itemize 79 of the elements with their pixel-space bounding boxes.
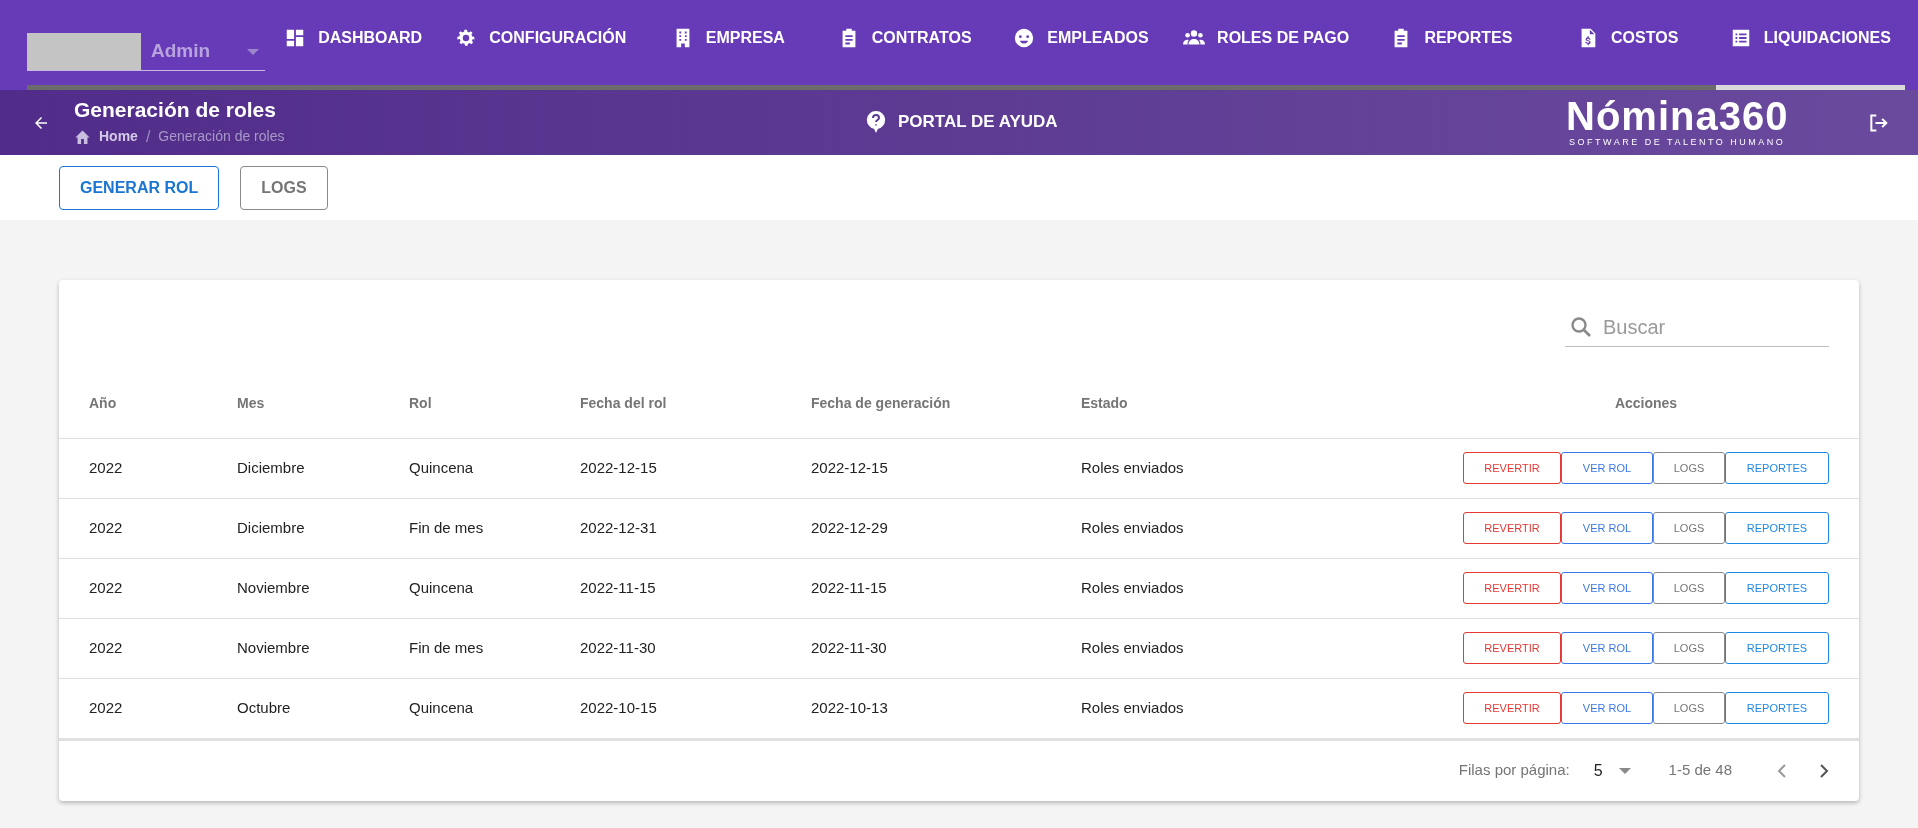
role-select[interactable]: Admin <box>151 37 211 66</box>
generate-button[interactable]: GENERAR ROL <box>59 165 220 210</box>
previous-page-icon[interactable] <box>1777 762 1787 779</box>
column-header: Acciones <box>1463 370 1859 438</box>
help-link[interactable]: PORTAL DE AYUDA <box>866 109 1058 135</box>
column-header: Fecha de generación <box>811 370 1081 438</box>
home-icon <box>74 129 91 144</box>
page-title: Generación de roles <box>74 96 277 123</box>
table-cell: Noviembre <box>237 618 409 678</box>
revert-button[interactable]: REVERTIR <box>1463 692 1561 724</box>
logout-icon[interactable] <box>1868 113 1888 133</box>
breadcrumb-current: Generación de roles <box>158 127 285 146</box>
column-header: Estado <box>1081 370 1463 438</box>
table-cell: Roles enviados <box>1081 498 1463 558</box>
table-cell: 2022 <box>59 618 237 678</box>
revert-button[interactable]: REVERTIR <box>1463 452 1561 484</box>
table-cell: 2022-12-15 <box>580 438 811 498</box>
view-button[interactable]: VER ROL <box>1561 692 1653 724</box>
table-cell: 2022 <box>59 498 237 558</box>
table-cell: 2022 <box>59 678 237 738</box>
table-cell: 2022-11-15 <box>580 558 811 618</box>
view-button[interactable]: VER ROL <box>1561 452 1653 484</box>
table-cell: Roles enviados <box>1081 558 1463 618</box>
view-button[interactable]: VER ROL <box>1561 632 1653 664</box>
table-cell: Octubre <box>237 678 409 738</box>
caret-icon <box>1618 767 1631 774</box>
table-cell: 2022-11-30 <box>811 618 1081 678</box>
rows-per-page-label: Filas por página: <box>1458 760 1570 781</box>
table-cell: 2022-10-13 <box>811 678 1081 738</box>
table-cell: 2022-12-15 <box>811 438 1081 498</box>
table-cell: 2022-10-15 <box>580 678 811 738</box>
rows-per-page-select[interactable]: 5 <box>1593 758 1631 783</box>
breadcrumb-link[interactable]: Home <box>99 126 138 147</box>
logs-button[interactable]: LOGS <box>240 165 328 210</box>
next-page-icon[interactable] <box>1819 762 1829 779</box>
table-cell: Roles enviados <box>1081 618 1463 678</box>
table-cell: Roles enviados <box>1081 678 1463 738</box>
logo: Nómina360 SOFTWARE DE TALENTO HUMANO <box>1566 95 1789 147</box>
table-cell: Fin de mes <box>409 618 580 678</box>
table-cell: 2022-11-30 <box>580 618 811 678</box>
logs-button[interactable]: LOGS <box>1653 692 1725 724</box>
reports-button[interactable]: REPORTES <box>1725 512 1829 544</box>
table-cell: Noviembre <box>237 558 409 618</box>
table-cell: Fin de mes <box>409 498 580 558</box>
breadcrumb-separator: / <box>145 126 151 147</box>
page-range: 1-5 de 48 <box>1668 760 1732 781</box>
column-header: Rol <box>409 370 580 438</box>
revert-button[interactable]: REVERTIR <box>1463 632 1561 664</box>
table-cell: 2022-12-29 <box>811 498 1081 558</box>
logs-button[interactable]: LOGS <box>1653 512 1725 544</box>
table-cell: Quincena <box>409 558 580 618</box>
help-icon <box>866 110 886 133</box>
reports-button[interactable]: REPORTES <box>1725 632 1829 664</box>
revert-button[interactable]: REVERTIR <box>1463 512 1561 544</box>
caret-icon <box>247 48 259 55</box>
reports-button[interactable]: REPORTES <box>1725 572 1829 604</box>
logs-button[interactable]: LOGS <box>1653 572 1725 604</box>
table-cell: 2022-11-15 <box>811 558 1081 618</box>
face-icon <box>1013 26 1036 49</box>
table-cell: Quincena <box>409 438 580 498</box>
view-button[interactable]: VER ROL <box>1561 512 1653 544</box>
reports-button[interactable]: REPORTES <box>1725 692 1829 724</box>
search-field[interactable]: Buscar <box>1603 311 1803 342</box>
reports-button[interactable]: REPORTES <box>1725 452 1829 484</box>
logs-button[interactable]: LOGS <box>1653 452 1725 484</box>
view-button[interactable]: VER ROL <box>1561 572 1653 604</box>
column-header: Fecha del rol <box>580 370 811 438</box>
table-cell: 2022 <box>59 438 237 498</box>
table-cell: Quincena <box>409 678 580 738</box>
column-header: Mes <box>237 370 409 438</box>
column-header: Año <box>59 370 237 438</box>
table-cell: Diciembre <box>237 498 409 558</box>
table-cell: Diciembre <box>237 438 409 498</box>
table-cell: 2022-12-31 <box>580 498 811 558</box>
table-cell: 2022 <box>59 558 237 618</box>
revert-button[interactable]: REVERTIR <box>1463 572 1561 604</box>
search-icon <box>1569 314 1593 339</box>
logs-button[interactable]: LOGS <box>1653 632 1725 664</box>
table-cell: Roles enviados <box>1081 438 1463 498</box>
